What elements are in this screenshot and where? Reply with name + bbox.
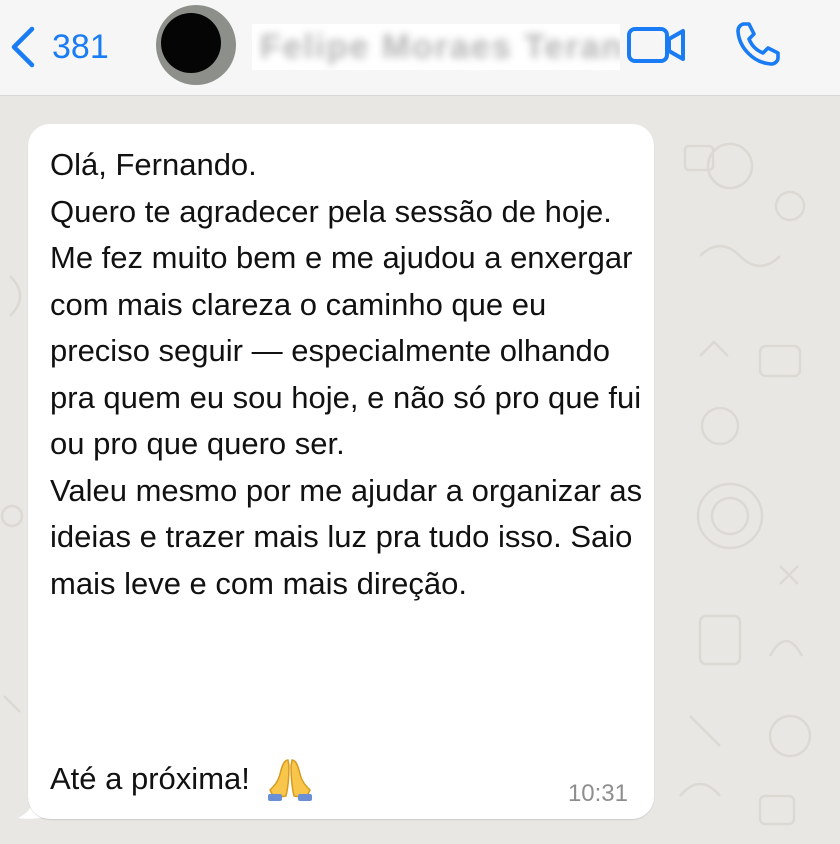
avatar-redaction: [161, 13, 221, 73]
message-closing-line: Até a próxima!: [50, 756, 314, 803]
back-button[interactable]: 381: [8, 22, 109, 72]
phone-icon[interactable]: [734, 20, 782, 68]
message-closing: Até a próxima!: [50, 761, 250, 796]
folded-hands-icon: [267, 759, 312, 802]
contact-name-text: Felipe Moraes Teran: [260, 28, 620, 66]
chevron-left-icon: [11, 26, 35, 68]
chat-header: 381 Felipe Moraes Teran: [0, 0, 840, 96]
chat-area[interactable]: Olá, Fernando. Quero te agradecer pela s…: [0, 96, 840, 844]
video-camera-icon[interactable]: [626, 24, 688, 66]
avatar[interactable]: [156, 5, 236, 85]
message-bubble[interactable]: Olá, Fernando. Quero te agradecer pela s…: [28, 124, 654, 819]
message-time: 10:31: [567, 780, 628, 807]
contact-name[interactable]: Felipe Moraes Teran: [252, 24, 620, 70]
unread-count: 381: [52, 27, 109, 66]
message-text: Olá, Fernando. Quero te agradecer pela s…: [50, 147, 643, 601]
